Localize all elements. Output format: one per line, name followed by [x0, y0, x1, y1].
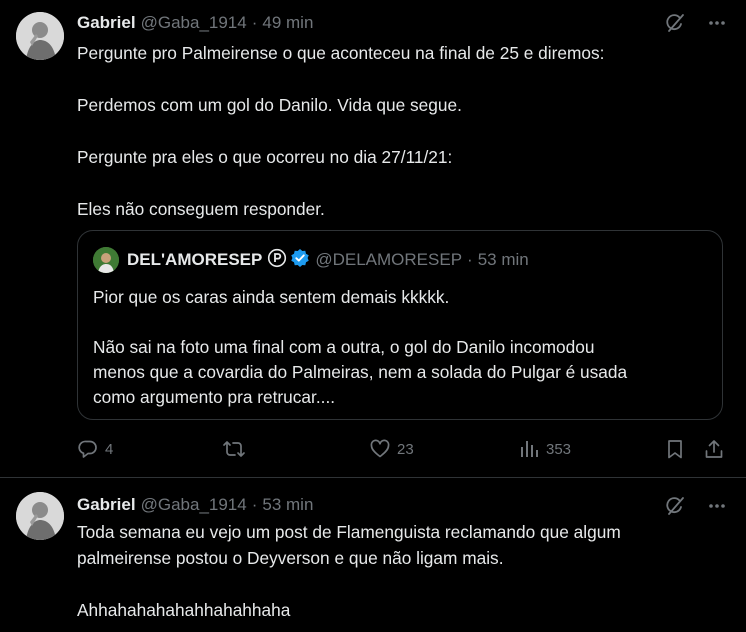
quoted-avatar: [93, 247, 119, 273]
quoted-timestamp: 53 min: [477, 250, 529, 269]
avatar[interactable]: [16, 492, 64, 540]
more-icon[interactable]: [708, 497, 726, 515]
quoted-line: Pior que os caras ainda sentem demais kk…: [93, 287, 450, 307]
quoted-tweet-header: DEL'AMORESEP @DELAMORESEP · 53 min: [93, 247, 529, 273]
affiliate-badge: [267, 248, 287, 273]
tweet-header: Gabriel @Gaba_1914 · 49 min: [77, 12, 313, 34]
quoted-tweet[interactable]: DEL'AMORESEP @DELAMORESEP · 53 min Pior …: [77, 230, 723, 420]
like-button[interactable]: 23: [369, 438, 414, 460]
quoted-author-handle: @DELAMORESEP: [315, 250, 463, 269]
tweet-paragraph: Eles não conseguem responder.: [77, 199, 325, 219]
repost-icon: [222, 438, 246, 460]
tweet-top-actions: [664, 495, 726, 517]
quoted-line: como argumento pra retrucar....: [93, 387, 336, 407]
tweet-top-actions: [664, 12, 726, 34]
tweet-text: Toda semana eu vejo um post de Flamengui…: [77, 519, 717, 623]
tweet-line: Ahhahahahahahhahahhaha: [77, 600, 291, 620]
heart-icon: [369, 438, 391, 460]
tweet-header: Gabriel @Gaba_1914 · 53 min: [77, 494, 313, 516]
author-handle[interactable]: @Gaba_1914: [141, 13, 247, 33]
quoted-author-name: DEL'AMORESEP: [127, 250, 263, 269]
views-icon: [518, 438, 540, 460]
tweet-text: Pergunte pro Palmeirense o que aconteceu…: [77, 40, 717, 222]
separator-dot: ·: [251, 13, 258, 32]
views-count: 353: [546, 440, 572, 458]
like-count: 23: [397, 440, 414, 458]
reply-icon: [77, 438, 99, 460]
quoted-line: menos que a covardia do Palmeiras, nem a…: [93, 362, 628, 382]
verified-icon: [290, 248, 310, 273]
tweet-actions: 4 23 353: [77, 438, 727, 462]
reply-button[interactable]: 4: [77, 438, 113, 460]
tweet-paragraph: Perdemos com um gol do Danilo. Vida que …: [77, 95, 462, 115]
separator-dot: ·: [467, 250, 473, 269]
bookmark-button[interactable]: [664, 438, 686, 460]
timestamp[interactable]: 53 min: [262, 495, 313, 515]
avatar[interactable]: [16, 12, 64, 60]
tweet-paragraph: Pergunte pra eles o que ocorreu no dia 2…: [77, 147, 453, 167]
author-name[interactable]: Gabriel: [77, 13, 136, 33]
bookmark-icon: [664, 438, 686, 460]
repost-button[interactable]: [222, 438, 252, 460]
separator-dot: ·: [251, 495, 258, 514]
reply-count: 4: [105, 440, 114, 458]
tweet-line: palmeirense postou o Deyverson e que não…: [77, 548, 504, 568]
quoted-line: Não sai na foto uma final com a outra, o…: [93, 337, 595, 357]
author-handle[interactable]: @Gaba_1914: [141, 495, 247, 515]
tweet[interactable]: Gabriel @Gaba_1914 · 49 min Pergunte pro…: [0, 0, 746, 478]
tweet-paragraph: Pergunte pro Palmeirense o que aconteceu…: [77, 43, 605, 63]
quoted-tweet-text: Pior que os caras ainda sentem demais kk…: [93, 285, 703, 410]
grok-icon[interactable]: [664, 12, 686, 34]
author-name[interactable]: Gabriel: [77, 495, 136, 515]
more-icon[interactable]: [708, 14, 726, 32]
timestamp[interactable]: 49 min: [262, 13, 313, 33]
tweet-line: Toda semana eu vejo um post de Flamengui…: [77, 522, 621, 542]
share-button[interactable]: [703, 438, 725, 460]
share-icon: [703, 438, 725, 460]
grok-icon[interactable]: [664, 495, 686, 517]
views-button[interactable]: 353: [518, 438, 571, 460]
tweet[interactable]: Gabriel @Gaba_1914 · 53 min Toda semana …: [0, 478, 746, 632]
